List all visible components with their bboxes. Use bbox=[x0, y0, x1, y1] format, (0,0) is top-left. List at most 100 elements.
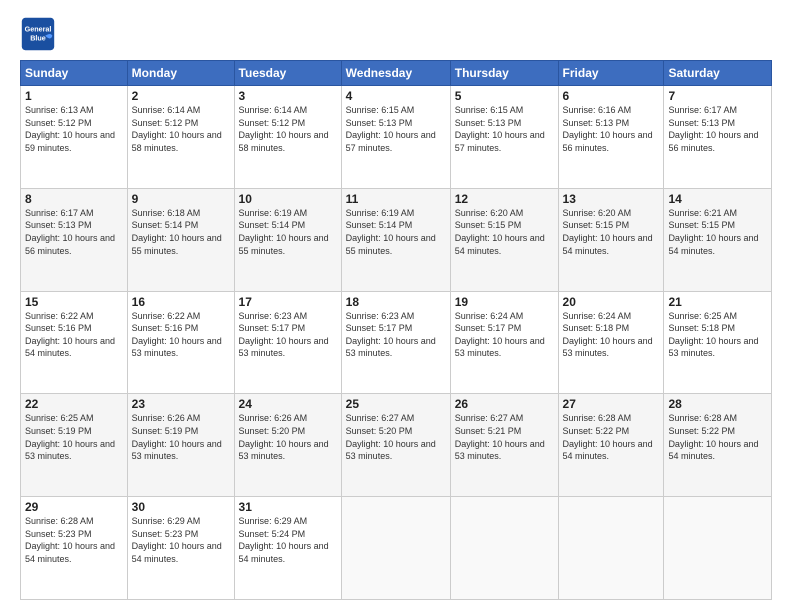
day-info: Sunrise: 6:25 AMSunset: 5:19 PMDaylight:… bbox=[25, 412, 123, 462]
day-cell: 11Sunrise: 6:19 AMSunset: 5:14 PMDayligh… bbox=[341, 188, 450, 291]
day-info: Sunrise: 6:19 AMSunset: 5:14 PMDaylight:… bbox=[346, 207, 446, 257]
day-number: 14 bbox=[668, 192, 767, 206]
day-number: 28 bbox=[668, 397, 767, 411]
svg-text:General: General bbox=[25, 24, 52, 33]
day-number: 22 bbox=[25, 397, 123, 411]
day-cell: 13Sunrise: 6:20 AMSunset: 5:15 PMDayligh… bbox=[558, 188, 664, 291]
day-number: 25 bbox=[346, 397, 446, 411]
day-info: Sunrise: 6:29 AMSunset: 5:24 PMDaylight:… bbox=[239, 515, 337, 565]
day-cell bbox=[558, 497, 664, 600]
day-number: 7 bbox=[668, 89, 767, 103]
day-info: Sunrise: 6:19 AMSunset: 5:14 PMDaylight:… bbox=[239, 207, 337, 257]
day-info: Sunrise: 6:23 AMSunset: 5:17 PMDaylight:… bbox=[346, 310, 446, 360]
day-info: Sunrise: 6:28 AMSunset: 5:22 PMDaylight:… bbox=[668, 412, 767, 462]
week-row-5: 29Sunrise: 6:28 AMSunset: 5:23 PMDayligh… bbox=[21, 497, 772, 600]
day-cell: 23Sunrise: 6:26 AMSunset: 5:19 PMDayligh… bbox=[127, 394, 234, 497]
day-cell bbox=[664, 497, 772, 600]
day-info: Sunrise: 6:24 AMSunset: 5:18 PMDaylight:… bbox=[563, 310, 660, 360]
day-cell: 8Sunrise: 6:17 AMSunset: 5:13 PMDaylight… bbox=[21, 188, 128, 291]
day-info: Sunrise: 6:22 AMSunset: 5:16 PMDaylight:… bbox=[132, 310, 230, 360]
weekday-header-monday: Monday bbox=[127, 61, 234, 86]
day-number: 12 bbox=[455, 192, 554, 206]
day-number: 31 bbox=[239, 500, 337, 514]
day-info: Sunrise: 6:26 AMSunset: 5:20 PMDaylight:… bbox=[239, 412, 337, 462]
calendar-table: SundayMondayTuesdayWednesdayThursdayFrid… bbox=[20, 60, 772, 600]
day-number: 21 bbox=[668, 295, 767, 309]
day-number: 5 bbox=[455, 89, 554, 103]
day-info: Sunrise: 6:24 AMSunset: 5:17 PMDaylight:… bbox=[455, 310, 554, 360]
day-number: 29 bbox=[25, 500, 123, 514]
day-number: 13 bbox=[563, 192, 660, 206]
day-info: Sunrise: 6:29 AMSunset: 5:23 PMDaylight:… bbox=[132, 515, 230, 565]
day-cell: 6Sunrise: 6:16 AMSunset: 5:13 PMDaylight… bbox=[558, 86, 664, 189]
day-info: Sunrise: 6:14 AMSunset: 5:12 PMDaylight:… bbox=[239, 104, 337, 154]
day-cell: 2Sunrise: 6:14 AMSunset: 5:12 PMDaylight… bbox=[127, 86, 234, 189]
day-info: Sunrise: 6:13 AMSunset: 5:12 PMDaylight:… bbox=[25, 104, 123, 154]
weekday-header-sunday: Sunday bbox=[21, 61, 128, 86]
day-number: 4 bbox=[346, 89, 446, 103]
day-number: 10 bbox=[239, 192, 337, 206]
day-info: Sunrise: 6:15 AMSunset: 5:13 PMDaylight:… bbox=[455, 104, 554, 154]
day-cell: 5Sunrise: 6:15 AMSunset: 5:13 PMDaylight… bbox=[450, 86, 558, 189]
day-number: 27 bbox=[563, 397, 660, 411]
day-info: Sunrise: 6:23 AMSunset: 5:17 PMDaylight:… bbox=[239, 310, 337, 360]
day-number: 15 bbox=[25, 295, 123, 309]
day-cell: 10Sunrise: 6:19 AMSunset: 5:14 PMDayligh… bbox=[234, 188, 341, 291]
day-cell: 1Sunrise: 6:13 AMSunset: 5:12 PMDaylight… bbox=[21, 86, 128, 189]
day-cell: 18Sunrise: 6:23 AMSunset: 5:17 PMDayligh… bbox=[341, 291, 450, 394]
day-cell: 9Sunrise: 6:18 AMSunset: 5:14 PMDaylight… bbox=[127, 188, 234, 291]
day-cell: 29Sunrise: 6:28 AMSunset: 5:23 PMDayligh… bbox=[21, 497, 128, 600]
day-cell: 19Sunrise: 6:24 AMSunset: 5:17 PMDayligh… bbox=[450, 291, 558, 394]
day-cell: 16Sunrise: 6:22 AMSunset: 5:16 PMDayligh… bbox=[127, 291, 234, 394]
day-cell: 15Sunrise: 6:22 AMSunset: 5:16 PMDayligh… bbox=[21, 291, 128, 394]
day-cell: 7Sunrise: 6:17 AMSunset: 5:13 PMDaylight… bbox=[664, 86, 772, 189]
day-number: 17 bbox=[239, 295, 337, 309]
day-info: Sunrise: 6:25 AMSunset: 5:18 PMDaylight:… bbox=[668, 310, 767, 360]
day-info: Sunrise: 6:17 AMSunset: 5:13 PMDaylight:… bbox=[25, 207, 123, 257]
day-info: Sunrise: 6:22 AMSunset: 5:16 PMDaylight:… bbox=[25, 310, 123, 360]
day-info: Sunrise: 6:27 AMSunset: 5:20 PMDaylight:… bbox=[346, 412, 446, 462]
week-row-3: 15Sunrise: 6:22 AMSunset: 5:16 PMDayligh… bbox=[21, 291, 772, 394]
day-cell: 24Sunrise: 6:26 AMSunset: 5:20 PMDayligh… bbox=[234, 394, 341, 497]
week-row-2: 8Sunrise: 6:17 AMSunset: 5:13 PMDaylight… bbox=[21, 188, 772, 291]
logo: General Blue bbox=[20, 16, 60, 52]
day-info: Sunrise: 6:26 AMSunset: 5:19 PMDaylight:… bbox=[132, 412, 230, 462]
day-number: 1 bbox=[25, 89, 123, 103]
week-row-1: 1Sunrise: 6:13 AMSunset: 5:12 PMDaylight… bbox=[21, 86, 772, 189]
day-number: 3 bbox=[239, 89, 337, 103]
day-number: 20 bbox=[563, 295, 660, 309]
day-info: Sunrise: 6:28 AMSunset: 5:23 PMDaylight:… bbox=[25, 515, 123, 565]
day-number: 19 bbox=[455, 295, 554, 309]
day-info: Sunrise: 6:18 AMSunset: 5:14 PMDaylight:… bbox=[132, 207, 230, 257]
day-info: Sunrise: 6:20 AMSunset: 5:15 PMDaylight:… bbox=[455, 207, 554, 257]
day-number: 2 bbox=[132, 89, 230, 103]
weekday-header-tuesday: Tuesday bbox=[234, 61, 341, 86]
day-cell bbox=[450, 497, 558, 600]
day-info: Sunrise: 6:21 AMSunset: 5:15 PMDaylight:… bbox=[668, 207, 767, 257]
day-number: 9 bbox=[132, 192, 230, 206]
day-info: Sunrise: 6:14 AMSunset: 5:12 PMDaylight:… bbox=[132, 104, 230, 154]
day-number: 24 bbox=[239, 397, 337, 411]
day-number: 30 bbox=[132, 500, 230, 514]
weekday-header-saturday: Saturday bbox=[664, 61, 772, 86]
day-cell: 28Sunrise: 6:28 AMSunset: 5:22 PMDayligh… bbox=[664, 394, 772, 497]
day-cell: 22Sunrise: 6:25 AMSunset: 5:19 PMDayligh… bbox=[21, 394, 128, 497]
svg-text:Blue: Blue bbox=[30, 33, 46, 42]
weekday-header-friday: Friday bbox=[558, 61, 664, 86]
day-info: Sunrise: 6:15 AMSunset: 5:13 PMDaylight:… bbox=[346, 104, 446, 154]
day-cell: 17Sunrise: 6:23 AMSunset: 5:17 PMDayligh… bbox=[234, 291, 341, 394]
day-cell: 4Sunrise: 6:15 AMSunset: 5:13 PMDaylight… bbox=[341, 86, 450, 189]
day-number: 16 bbox=[132, 295, 230, 309]
day-cell: 31Sunrise: 6:29 AMSunset: 5:24 PMDayligh… bbox=[234, 497, 341, 600]
day-number: 6 bbox=[563, 89, 660, 103]
weekday-header-thursday: Thursday bbox=[450, 61, 558, 86]
day-number: 26 bbox=[455, 397, 554, 411]
weekday-header-row: SundayMondayTuesdayWednesdayThursdayFrid… bbox=[21, 61, 772, 86]
day-cell: 3Sunrise: 6:14 AMSunset: 5:12 PMDaylight… bbox=[234, 86, 341, 189]
week-row-4: 22Sunrise: 6:25 AMSunset: 5:19 PMDayligh… bbox=[21, 394, 772, 497]
day-cell: 25Sunrise: 6:27 AMSunset: 5:20 PMDayligh… bbox=[341, 394, 450, 497]
day-cell: 30Sunrise: 6:29 AMSunset: 5:23 PMDayligh… bbox=[127, 497, 234, 600]
day-number: 18 bbox=[346, 295, 446, 309]
day-cell: 21Sunrise: 6:25 AMSunset: 5:18 PMDayligh… bbox=[664, 291, 772, 394]
day-info: Sunrise: 6:27 AMSunset: 5:21 PMDaylight:… bbox=[455, 412, 554, 462]
